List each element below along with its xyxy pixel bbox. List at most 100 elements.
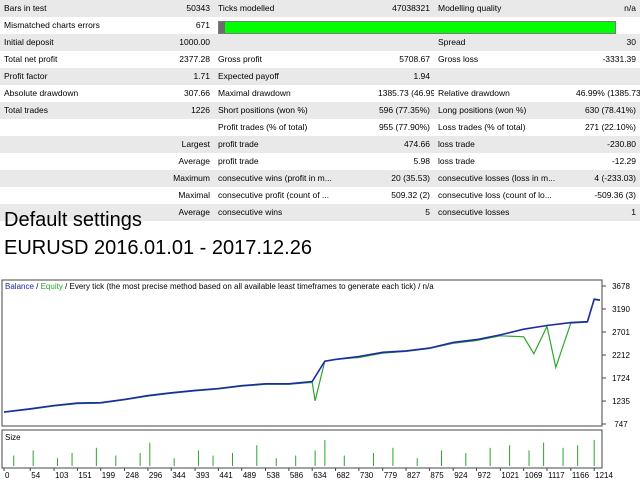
stat-label [434,68,572,85]
legend-equity: Equity [41,282,63,291]
stat-value: n/a [572,0,640,17]
stat-value: 20 (35.53) [374,170,434,187]
x-tick-label: 489 [243,471,257,480]
report-table: Bars in test 50343 Ticks modelled 47038321 M… [0,0,640,221]
x-tick-label: 1021 [501,471,519,480]
stat-value [0,136,160,153]
x-tick-label: 972 [478,471,492,480]
modelling-quality-bar-cell [214,17,640,34]
x-tick-label: 586 [290,471,304,480]
stats-row: Mismatched charts errors 671 [0,17,640,34]
x-tick-label: 1069 [525,471,543,480]
x-tick-label: 248 [126,471,140,480]
stat-value: -509.36 (3) [572,187,640,204]
heading-settings: Default settings [4,209,142,231]
x-tick-label: 875 [430,471,444,480]
stat-label: Loss trades (% of total) [434,119,572,136]
stats-row: Total trades 1226 Short positions (won %) 5… [0,102,640,119]
x-tick-label: 634 [313,471,327,480]
stat-value: 2377.28 [160,51,214,68]
stat-value: 46.99% (1385.73) [572,85,640,102]
stats-row: Largest profit trade 474.66 loss trade -230.… [0,136,640,153]
stat-value: Average [160,153,214,170]
stats-row: Profit trades (% of total) 955 (77.90%) Lo… [0,119,640,136]
x-tick-label: 393 [196,471,210,480]
stat-value: loss trade [434,136,572,153]
x-tick-label: 827 [407,471,421,480]
stats-row: Absolute drawdown 307.66 Maximal drawdown 1… [0,85,640,102]
stat-value: 509.32 (2) [374,187,434,204]
stat-value: 1000.00 [160,34,214,51]
stat-label [214,34,374,51]
y-tick-label: 2701 [612,328,630,337]
stat-label: Gross loss [434,51,572,68]
stat-value: 596 (77.35%) [374,102,434,119]
x-tick-label: 296 [149,471,163,480]
x-tick-label: 54 [31,471,40,480]
x-tick-label: 1166 [572,471,590,480]
x-tick-label: 682 [337,471,351,480]
stat-label: Gross profit [214,51,374,68]
stat-label: Spread [434,34,572,51]
x-tick-label: 1117 [548,471,565,480]
stat-value: profit trade [214,153,374,170]
x-tick-label: 441 [219,471,233,480]
stat-label: Short positions (won %) [214,102,374,119]
heading-symbol-period: EURUSD 2016.01.01 - 2017.12.26 [4,237,312,259]
quality-bar-cap [219,21,225,33]
stat-value: 955 (77.90%) [374,119,434,136]
size-plot-frame [1,429,603,469]
stat-value: 5708.67 [374,51,434,68]
stat-value [374,34,434,51]
modelling-quality-bar [218,20,616,34]
y-tick-label: 1724 [612,374,630,383]
stat-value [572,68,640,85]
stats-row: Maximal consecutive profit (count of ... 5… [0,187,640,204]
x-tick-label: 199 [102,471,116,480]
stat-value: 5.98 [374,153,434,170]
stat-value: -3331.39 [572,51,640,68]
x-tick-label: 103 [55,471,69,480]
stat-value: Maximum [160,170,214,187]
stat-value [160,119,214,136]
stat-value: consecutive profit (count of ... [214,187,374,204]
x-tick-label: 0 [5,471,10,480]
y-tick-label: 3678 [612,282,630,291]
stat-label: Profit trades (% of total) [214,119,374,136]
stats-row: Total net profit 2377.28 Gross profit 5708.… [0,51,640,68]
y-tick-label: 747 [614,420,628,429]
stat-label: Total trades [0,102,160,119]
stat-label: Ticks modelled [214,0,374,17]
size-label: Size [5,433,21,442]
x-tick-label: 151 [78,471,92,480]
stat-label: Profit factor [0,68,160,85]
stat-value: Largest [160,136,214,153]
stat-value: 4 (-233.03) [572,170,640,187]
stat-label: Absolute drawdown [0,85,160,102]
stat-label: Bars in test [0,0,160,17]
stat-value: 630 (78.41%) [572,102,640,119]
x-tick-label: 1214 [595,471,613,480]
stats-row: Maximum consecutive wins (profit in m... 2… [0,170,640,187]
y-tick-label: 3190 [612,305,630,314]
stat-value [0,170,160,187]
legend-balance: Balance [5,282,34,291]
stat-value: 1.94 [374,68,434,85]
x-tick-label: 779 [384,471,398,480]
stat-label: Mismatched charts errors [0,17,160,34]
y-tick-label: 1235 [612,397,630,406]
stats-row: Average profit trade 5.98 loss trade -12.29 [0,153,640,170]
x-tick-label: 538 [267,471,281,480]
stat-value: 47038321 [374,0,434,17]
stat-value: 271 (22.10%) [572,119,640,136]
stat-value: 671 [160,17,214,34]
stat-value: 307.66 [160,85,214,102]
stat-value: consecutive wins [214,204,374,221]
x-tick-label: 924 [454,471,468,480]
stat-value: 1 [572,204,640,221]
stat-label: Relative drawdown [434,85,572,102]
legend-mode: / Every tick (the most precise method ba… [63,282,434,291]
stat-value: consecutive losses [434,204,572,221]
stats-row: Bars in test 50343 Ticks modelled 47038321 M… [0,0,640,17]
stat-value: 5 [374,204,434,221]
